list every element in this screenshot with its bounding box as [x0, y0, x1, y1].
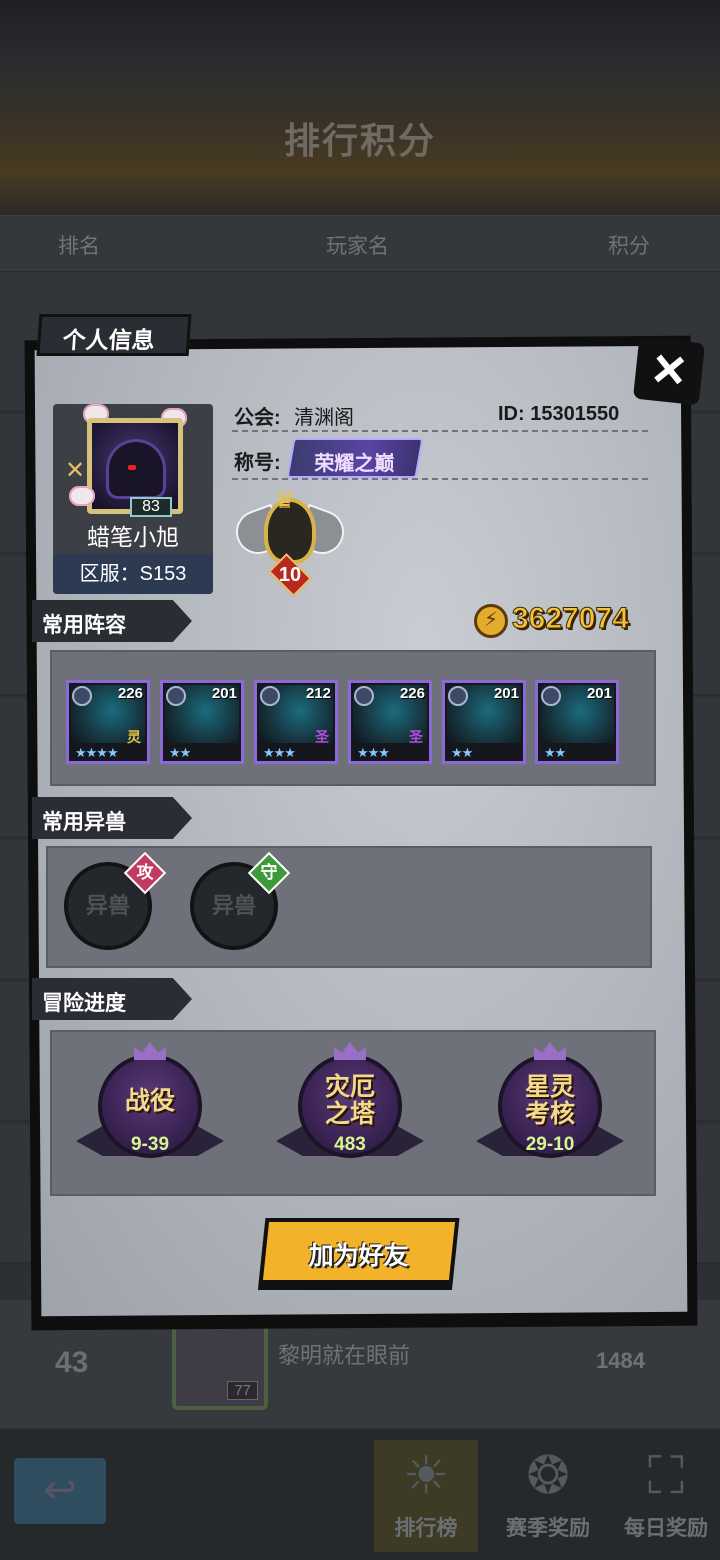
adventure-name: 灾厄 之塔: [324, 1073, 375, 1128]
hero-stars: ★★★: [357, 745, 390, 760]
combat-power: 3627074: [512, 602, 630, 636]
crown-icon: ♛: [274, 487, 296, 514]
column-score: 积分: [608, 235, 650, 258]
hero-card[interactable]: 201 ★★: [160, 680, 244, 764]
hero-stars: ★★: [169, 745, 191, 760]
adventure-section-header: 冒险进度: [32, 978, 192, 1020]
nav-season-reward-label: 赛季奖励: [506, 1517, 590, 1540]
adventure-name: 星灵 考核: [524, 1073, 575, 1128]
hero-card[interactable]: 201 ★★: [535, 680, 619, 764]
element-icon: [72, 686, 92, 706]
hero-level: 226: [399, 685, 425, 702]
guild-name: 清渊阁: [294, 407, 354, 429]
add-friend-button[interactable]: 加为好友: [258, 1218, 460, 1284]
title-label: 称号:: [234, 452, 281, 474]
modal-title-tab: 个人信息: [36, 314, 192, 356]
column-rank: 排名: [58, 235, 100, 258]
rank-emblem: ♛ 10: [229, 486, 351, 597]
add-friend-label: 加为好友: [308, 1242, 409, 1270]
back-button[interactable]: ↩: [14, 1458, 106, 1524]
nav-daily-reward-label: 每日奖励: [624, 1517, 708, 1540]
hero-stars: ★★★★: [75, 745, 119, 760]
rank-level: 10: [278, 564, 302, 586]
adventure-value: 483: [334, 1134, 366, 1155]
flame-icon: ❂: [526, 1447, 570, 1505]
adventure-value: 9-39: [130, 1134, 170, 1155]
hero-level: 226: [117, 685, 143, 702]
my-player-name: 黎明就在眼前: [278, 1343, 411, 1368]
attack-tag-label: 攻: [136, 863, 154, 882]
hero-level: 201: [586, 685, 612, 702]
hero-card[interactable]: 212 ★★★ 圣: [254, 680, 338, 764]
my-score: 1484: [596, 1348, 645, 1373]
hero-card[interactable]: 226 ★★★★ 灵: [66, 680, 150, 764]
modal-title: 个人信息: [61, 327, 156, 353]
sun-icon: ☀: [402, 1447, 450, 1505]
element-icon: [354, 686, 374, 706]
adventure-spirit-exam[interactable]: 星灵 考核 29-10: [476, 1042, 624, 1176]
nav-daily-reward[interactable]: ⛶ 每日奖励: [614, 1440, 718, 1552]
title-badge-text: 荣耀之巅: [314, 453, 395, 475]
beast-section-header: 常用异兽: [32, 797, 192, 839]
server-badge: 区服：S153: [53, 554, 213, 594]
hero-level: 201: [211, 685, 237, 702]
player-avatar-card: 83 ✕ 蜡笔小旭 区服：S153: [53, 404, 213, 594]
title-badge: 荣耀之巅: [286, 438, 424, 478]
close-button[interactable]: ×: [632, 335, 706, 406]
page-title: 排行积分: [283, 120, 436, 161]
avatar-portrait: [106, 439, 166, 499]
defense-tag-label: 守: [260, 863, 278, 882]
banner: [0, 0, 720, 215]
back-arrow-icon: ↩: [43, 1468, 77, 1512]
adventure-header-label: 冒险进度: [42, 992, 126, 1015]
power-icon: ⚡: [474, 604, 508, 638]
hero-level: 212: [305, 685, 331, 702]
server-label: 区服：S153: [79, 563, 187, 585]
divider: [232, 430, 650, 432]
element-icon: [260, 686, 280, 706]
guild-label: 公会:: [234, 407, 281, 429]
element-icon: [166, 686, 186, 706]
lineup-section-header: 常用阵容: [32, 600, 192, 642]
hero-stars: ★★: [451, 745, 473, 760]
hero-stars: ★★: [544, 745, 566, 760]
element-icon: [448, 686, 468, 706]
lineup-header-label: 常用阵容: [42, 614, 126, 637]
table-header: 排名 玩家名 积分: [0, 215, 720, 270]
hero-tag: 圣: [315, 729, 329, 745]
nav-ranking-label: 排行榜: [394, 1517, 458, 1540]
crossed-swords-icon: ✕: [65, 457, 86, 484]
adventure-campaign[interactable]: 战役 9-39: [76, 1042, 224, 1176]
player-id: ID: 15301550: [498, 403, 620, 425]
close-icon: ×: [649, 335, 689, 402]
bottom-nav: ↩ ☀ 排行榜 ❂ 赛季奖励 ⛶ 每日奖励: [0, 1430, 720, 1560]
beast-header-label: 常用异兽: [42, 811, 126, 834]
hero-stars: ★★★: [263, 745, 296, 760]
my-rank: 43: [55, 1346, 89, 1379]
cloud-decoration: [69, 486, 95, 506]
element-icon: [541, 686, 561, 706]
hero-card[interactable]: 201 ★★: [442, 680, 526, 764]
my-avatar-level: 77: [227, 1381, 258, 1400]
adventure-tower[interactable]: 灾厄 之塔 483: [276, 1042, 424, 1176]
hero-tag: 圣: [409, 729, 423, 745]
gift-icon: ⛶: [647, 1447, 685, 1505]
player-name: 蜡笔小旭: [87, 524, 179, 550]
hero-tag: 灵: [127, 729, 141, 745]
adventure-value: 29-10: [525, 1134, 575, 1155]
avatar[interactable]: 83: [87, 418, 183, 517]
nav-season-reward[interactable]: ❂ 赛季奖励: [496, 1440, 600, 1552]
adventure-name: 战役: [124, 1087, 175, 1115]
divider: [232, 478, 650, 480]
hero-level: 201: [493, 685, 519, 702]
nav-ranking[interactable]: ☀ 排行榜: [374, 1440, 478, 1552]
avatar-level: 83: [130, 497, 172, 517]
column-player: 玩家名: [326, 235, 389, 258]
hero-card[interactable]: 226 ★★★ 圣: [348, 680, 432, 764]
